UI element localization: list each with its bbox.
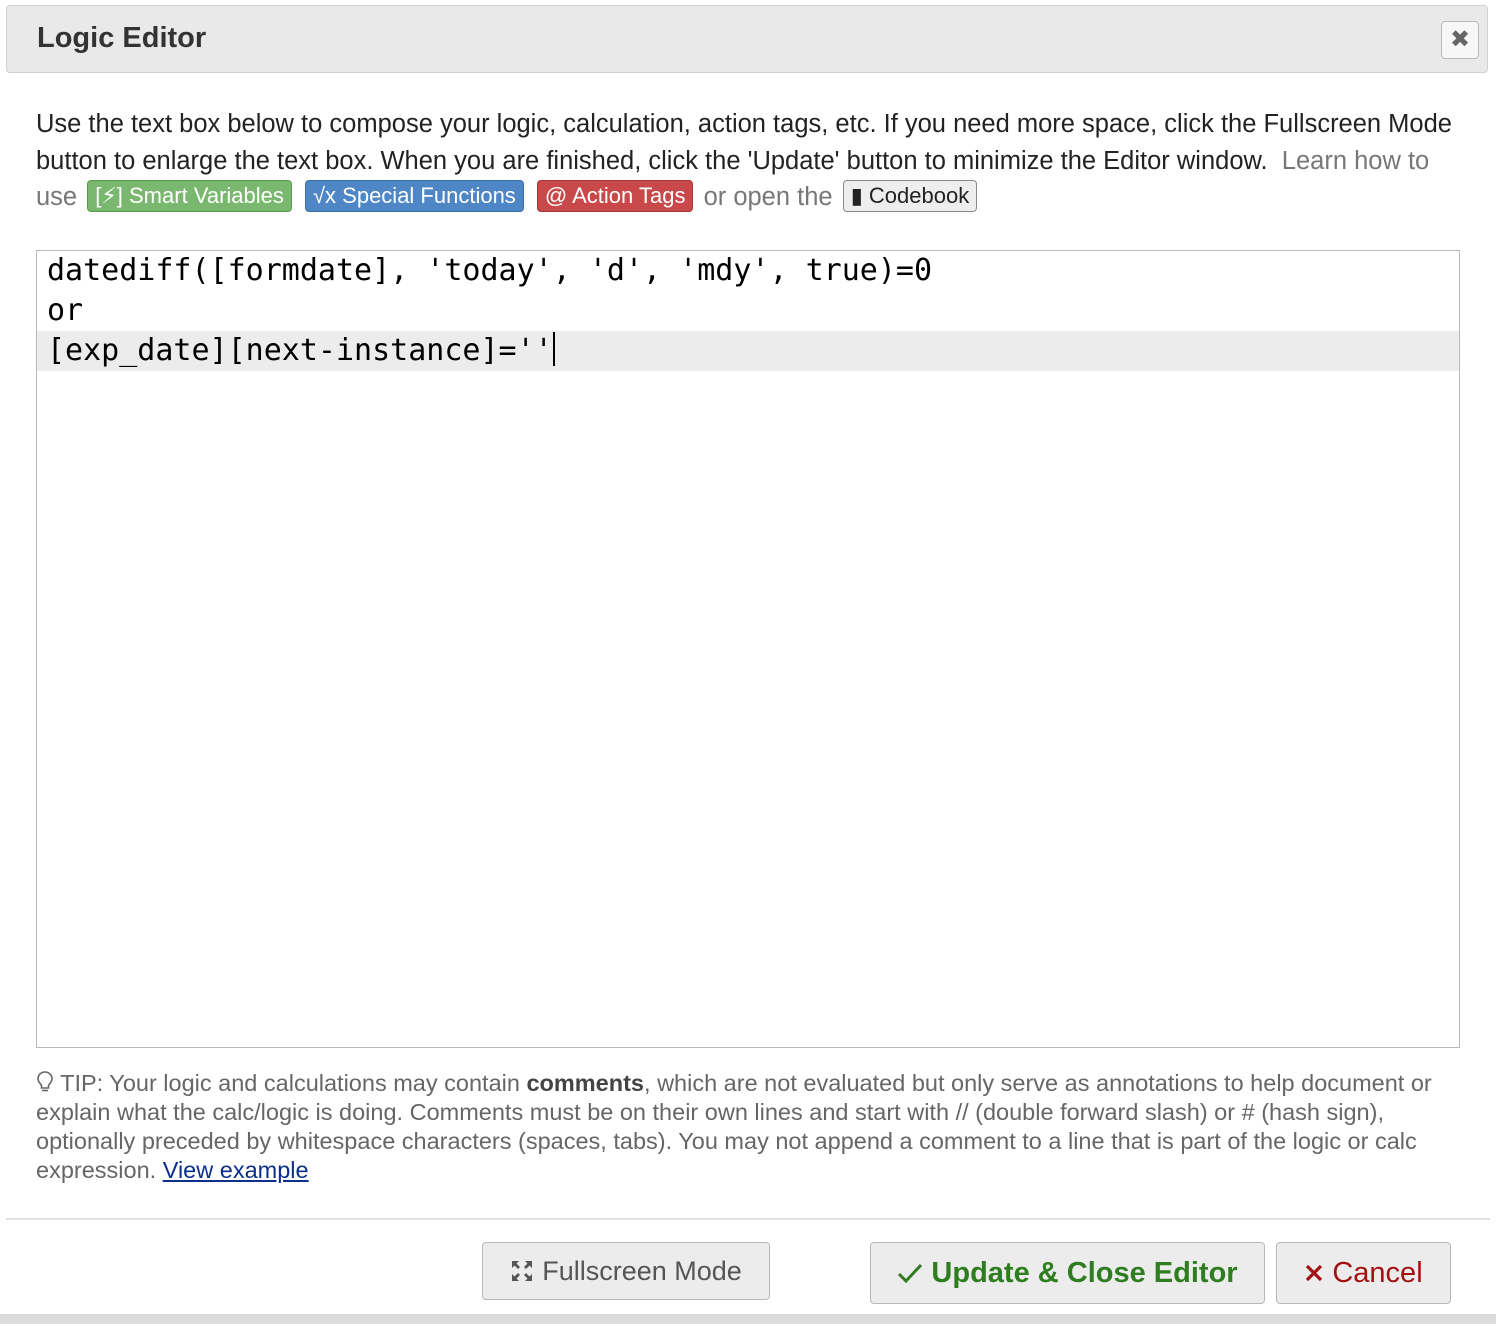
book-icon: ▮ — [850, 183, 863, 208]
tip-prefix: TIP: Your logic and calculations may con… — [60, 1070, 527, 1096]
x-icon — [1304, 1263, 1324, 1283]
action-tags-button[interactable]: @ Action Tags — [536, 180, 694, 212]
or-open-text: or open the — [703, 183, 833, 211]
intro-text: Use the text box below to compose your l… — [36, 106, 1476, 216]
lightbulb-icon — [36, 1070, 60, 1096]
smart-variables-button[interactable]: [⚡] Smart Variables — [87, 180, 292, 212]
intro-description: Use the text box below to compose your l… — [36, 110, 1452, 175]
code-line: or — [47, 293, 84, 328]
tip-text: TIP: Your logic and calculations may con… — [36, 1069, 1476, 1185]
logic-textarea[interactable]: datediff([formdate], 'today', 'd', 'mdy'… — [36, 250, 1460, 1048]
dialog-title: Logic Editor — [37, 22, 207, 54]
code-line: datediff([formdate], 'today', 'd', 'mdy'… — [47, 253, 933, 288]
cancel-label: Cancel — [1332, 1256, 1423, 1289]
code-line-text: [exp_date][next-instance]='' — [47, 333, 553, 368]
update-label: Update & Close Editor — [931, 1256, 1238, 1289]
logic-editor-dialog: Logic Editor ✖ Use the text box below to… — [0, 0, 1496, 1324]
footer-divider — [6, 1218, 1490, 1220]
expand-icon — [510, 1259, 534, 1283]
text-caret — [552, 332, 555, 366]
fullscreen-label: Fullscreen Mode — [542, 1255, 742, 1286]
tip-bold: comments — [526, 1070, 645, 1096]
checkmark-icon — [897, 1262, 923, 1284]
bottom-edge — [0, 1314, 1496, 1324]
codebook-button[interactable]: ▮ Codebook — [842, 180, 978, 212]
special-functions-button[interactable]: √x Special Functions — [304, 180, 524, 212]
codebook-label: Codebook — [868, 183, 970, 208]
code-line-active: [exp_date][next-instance]='' — [37, 331, 1459, 371]
close-icon: ✖ — [1449, 26, 1471, 53]
fullscreen-mode-button[interactable]: Fullscreen Mode — [482, 1242, 770, 1300]
view-example-link[interactable]: View example — [163, 1157, 309, 1183]
close-button[interactable]: ✖ — [1441, 21, 1479, 59]
dialog-titlebar: Logic Editor ✖ — [6, 5, 1488, 73]
update-close-editor-button[interactable]: Update & Close Editor — [870, 1242, 1265, 1304]
cancel-button[interactable]: Cancel — [1276, 1242, 1451, 1304]
